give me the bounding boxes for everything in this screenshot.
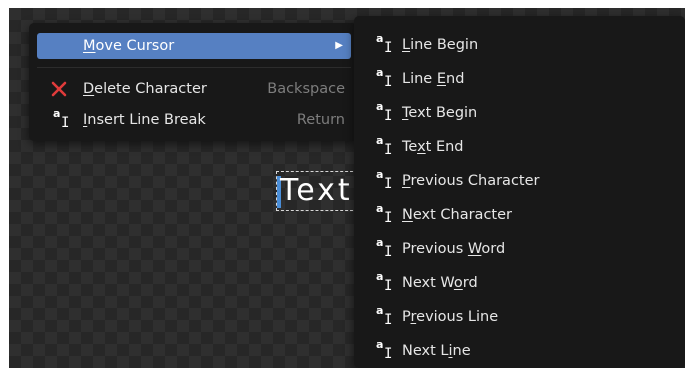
submenu-item-label: Previous Word: [402, 241, 506, 257]
submenu-item-line-end[interactable]: aI Line End: [362, 64, 678, 94]
text-cursor-icon: aI: [376, 270, 393, 294]
menu-item-label: Insert Line Break: [83, 112, 206, 128]
text-cursor-icon: aI: [376, 304, 393, 328]
submenu-item-label: Next Line: [402, 343, 471, 359]
context-menu: Move Cursor ▶ Delete Character Backspace…: [29, 23, 357, 141]
submenu-item-label: Text End: [402, 139, 464, 155]
text-cursor-icon: aI: [376, 100, 393, 124]
submenu-item-next-character[interactable]: aI Next Character: [362, 200, 678, 230]
menu-separator: [37, 67, 351, 68]
submenu-item-label: Next Character: [402, 207, 512, 223]
submenu-arrow-icon: ▶: [335, 40, 343, 51]
submenu-item-line-begin[interactable]: aI Line Begin: [362, 30, 678, 60]
submenu-item-text-end[interactable]: aI Text End: [362, 132, 678, 162]
insert-line-break-menu-item[interactable]: aI Insert Line Break Return: [37, 107, 351, 133]
submenu-item-previous-character[interactable]: aI Previous Character: [362, 166, 678, 196]
delete-character-menu-item[interactable]: Delete Character Backspace: [37, 76, 351, 102]
text-cursor-icon: aI: [53, 107, 70, 131]
submenu-item-label: Previous Character: [402, 173, 540, 189]
shortcut-hint: Return: [296, 112, 345, 128]
text-cursor-icon: aI: [376, 32, 393, 56]
submenu-item-next-word[interactable]: aI Next Word: [362, 268, 678, 298]
submenu-item-label: Line End: [402, 71, 465, 87]
text-cursor-icon: aI: [376, 202, 393, 226]
submenu-item-previous-line[interactable]: aI Previous Line: [362, 302, 678, 332]
submenu-item-label: Text Begin: [402, 105, 478, 121]
submenu-item-label: Next Word: [402, 275, 478, 291]
3d-viewport[interactable]: Text Move Cursor ▶ Delete Character Back…: [9, 8, 685, 368]
text-cursor-icon: aI: [376, 134, 393, 158]
text-cursor-icon: aI: [376, 66, 393, 90]
text-object-content: Text: [280, 173, 353, 208]
text-object[interactable]: Text: [276, 171, 358, 211]
submenu-item-label: Previous Line: [402, 309, 499, 325]
delete-x-icon: [51, 81, 67, 97]
menu-item-label: Move Cursor: [83, 38, 175, 54]
text-cursor-icon: aI: [376, 236, 393, 260]
text-cursor-icon: aI: [376, 168, 393, 192]
shortcut-hint: Backspace: [267, 81, 345, 97]
submenu-item-next-line[interactable]: aI Next Line: [362, 336, 678, 366]
menu-item-label: Delete Character: [83, 81, 207, 97]
submenu-item-text-begin[interactable]: aI Text Begin: [362, 98, 678, 128]
submenu-item-label: Line Begin: [402, 37, 479, 53]
submenu-item-previous-word[interactable]: aI Previous Word: [362, 234, 678, 264]
text-cursor-icon: aI: [376, 338, 393, 362]
move-cursor-submenu: aI Line Begin aI Line End aI Text Begin …: [354, 16, 685, 368]
move-cursor-menu-item[interactable]: Move Cursor ▶: [37, 33, 351, 59]
